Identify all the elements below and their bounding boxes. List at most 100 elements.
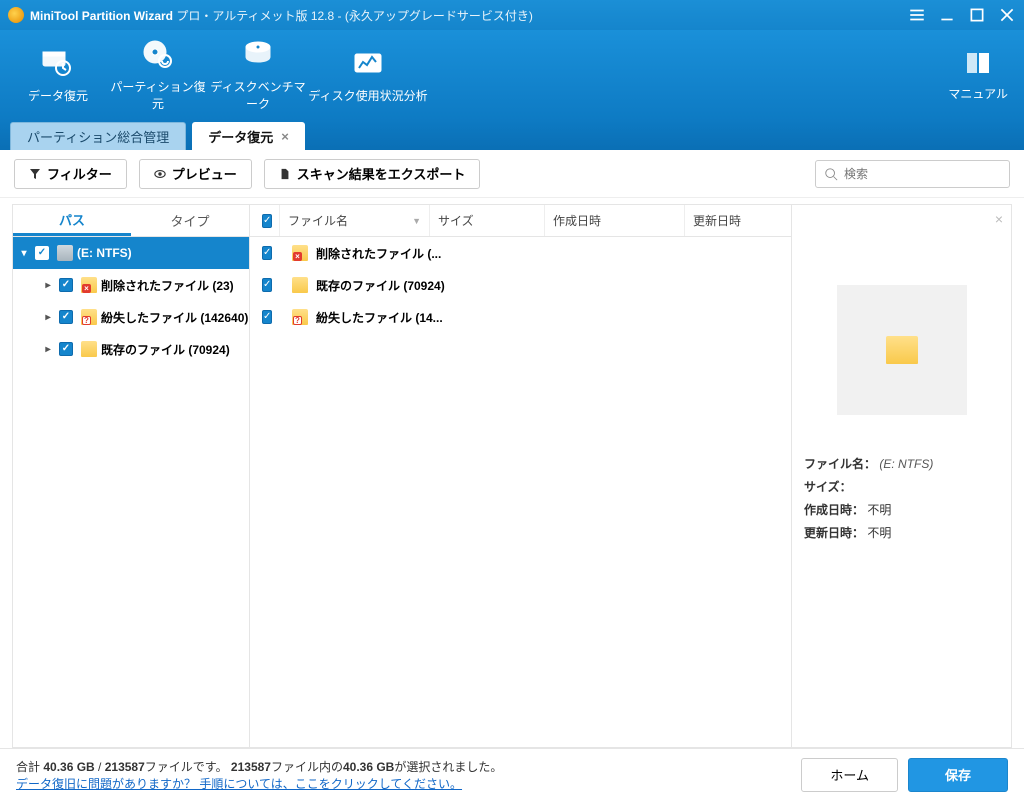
- tree-root-drive[interactable]: ▾ ✓ (E: NTFS): [13, 237, 249, 269]
- chevron-right-icon[interactable]: ▸: [41, 344, 55, 355]
- column-name[interactable]: ファイル名▼: [280, 205, 430, 236]
- chevron-down-icon[interactable]: ▾: [17, 248, 31, 259]
- tab-close-icon[interactable]: ×: [281, 129, 289, 144]
- file-list-panel: ✓ ファイル名▼ サイズ 作成日時 更新日時 ✓ × 削除されたファイル (...…: [250, 204, 792, 748]
- tree-label: 既存のファイル (70924): [101, 341, 230, 358]
- preview-button[interactable]: プレビュー: [139, 159, 252, 189]
- checkbox[interactable]: ✓: [59, 278, 73, 292]
- minimize-icon[interactable]: [938, 6, 956, 24]
- tree-item-lost[interactable]: ▸ ✓ ? 紛失したファイル (142640): [13, 301, 249, 333]
- tab-label: データ復元: [208, 127, 273, 146]
- folder-icon: ×: [292, 245, 308, 261]
- value-created: 不明: [867, 503, 891, 517]
- checkbox[interactable]: ✓: [262, 310, 272, 324]
- filter-icon: [29, 168, 41, 180]
- ribbon-label: ディスク使用状況分析: [308, 87, 428, 104]
- export-button[interactable]: スキャン結果をエクスポート: [264, 159, 481, 189]
- ribbon-data-recovery[interactable]: データ復元: [8, 45, 108, 104]
- menu-icon[interactable]: [908, 6, 926, 24]
- main-area: パス タイプ ▾ ✓ (E: NTFS) ▸ ✓ × 削除されたファイル (23…: [0, 198, 1024, 748]
- list-header: ✓ ファイル名▼ サイズ 作成日時 更新日時: [250, 205, 791, 237]
- footer-help-link[interactable]: データ復旧に問題がありますか？ 手順については、ここをクリックしてください。: [16, 775, 502, 792]
- ribbon-disk-usage[interactable]: ディスク使用状況分析: [308, 45, 428, 104]
- folder-icon: [81, 341, 97, 357]
- button-label: プレビュー: [172, 164, 237, 183]
- value-filename: (E: NTFS): [879, 457, 933, 471]
- value-modified: 不明: [867, 526, 891, 540]
- tree-tab-path[interactable]: パス: [13, 205, 131, 236]
- footer-bar: 合計 40.36 GB / 213587ファイルです。 213587ファイル内の…: [0, 748, 1024, 800]
- action-toolbar: フィルター プレビュー スキャン結果をエクスポート: [0, 150, 1024, 198]
- drive-icon: [57, 245, 73, 261]
- eye-icon: [154, 168, 166, 180]
- ribbon-manual[interactable]: マニュアル: [940, 47, 1016, 102]
- partition-recovery-icon: [140, 36, 176, 72]
- preview-panel: × ファイル名： (E: NTFS) サイズ： 作成日時： 不明 更新日時： 不…: [792, 204, 1012, 748]
- search-icon: [824, 167, 838, 181]
- ribbon-label: ディスクベンチマーク: [208, 78, 308, 112]
- checkbox[interactable]: ✓: [262, 246, 272, 260]
- preview-info: ファイル名： (E: NTFS) サイズ： 作成日時： 不明 更新日時： 不明: [804, 455, 999, 541]
- folder-icon: ?: [81, 309, 97, 325]
- maximize-icon[interactable]: [968, 6, 986, 24]
- button-label: フィルター: [47, 164, 112, 183]
- tree-item-existing[interactable]: ▸ ✓ 既存のファイル (70924): [13, 333, 249, 365]
- column-size[interactable]: サイズ: [430, 205, 545, 236]
- preview-close-icon[interactable]: ×: [995, 211, 1003, 227]
- app-logo-icon: [8, 7, 24, 23]
- label-modified: 更新日時：: [804, 526, 864, 540]
- ribbon-disk-benchmark[interactable]: ディスクベンチマーク: [208, 36, 308, 112]
- label-created: 作成日時：: [804, 503, 864, 517]
- tab-data-recovery[interactable]: データ復元 ×: [192, 122, 305, 150]
- footer-summary: 合計 40.36 GB / 213587ファイルです。 213587ファイル内の…: [16, 758, 502, 775]
- tree-label: 紛失したファイル (142640): [101, 309, 248, 326]
- product-name: MiniTool Partition Wizard: [30, 9, 173, 23]
- label-filename: ファイル名：: [804, 457, 876, 471]
- data-recovery-icon: [40, 45, 76, 81]
- checkbox[interactable]: ✓: [262, 278, 272, 292]
- close-icon[interactable]: [998, 6, 1016, 24]
- checkbox[interactable]: ✓: [59, 342, 73, 356]
- file-name: 削除されたファイル (...: [316, 245, 441, 262]
- tree-label: 削除されたファイル (23): [101, 277, 234, 294]
- tree-item-deleted[interactable]: ▸ ✓ × 削除されたファイル (23): [13, 269, 249, 301]
- save-button[interactable]: 保存: [908, 758, 1008, 792]
- disk-usage-icon: [350, 45, 386, 81]
- list-row[interactable]: ✓ ?紛失したファイル (14...: [250, 301, 791, 333]
- tree-panel: パス タイプ ▾ ✓ (E: NTFS) ▸ ✓ × 削除されたファイル (23…: [12, 204, 250, 748]
- ribbon-toolbar: データ復元 パーティション復元 ディスクベンチマーク ディスク使用状況分析 マニ…: [0, 30, 1024, 118]
- chevron-right-icon[interactable]: ▸: [41, 312, 55, 323]
- checkbox[interactable]: ✓: [35, 246, 49, 260]
- disk-benchmark-icon: [240, 36, 276, 72]
- column-modified[interactable]: 更新日時: [685, 205, 791, 236]
- edition-text: プロ・アルティメット版 12.8 - (永久アップグレードサービス付き): [176, 9, 533, 23]
- tree-label: (E: NTFS): [77, 246, 132, 260]
- checkbox-all[interactable]: ✓: [262, 214, 272, 228]
- label-size: サイズ：: [804, 480, 852, 494]
- list-body: ✓ × 削除されたファイル (... ✓ 既存のファイル (70924) ✓ ?紛…: [250, 237, 791, 747]
- search-box[interactable]: [815, 160, 1010, 188]
- column-created[interactable]: 作成日時: [545, 205, 685, 236]
- title-bar: MiniTool Partition Wizard プロ・アルティメット版 12…: [0, 0, 1024, 30]
- tab-partition-manager[interactable]: パーティション総合管理: [10, 122, 186, 150]
- filter-button[interactable]: フィルター: [14, 159, 127, 189]
- checkbox[interactable]: ✓: [59, 310, 73, 324]
- list-row[interactable]: ✓ × 削除されたファイル (...: [250, 237, 791, 269]
- tree-tabs: パス タイプ: [13, 205, 249, 237]
- ribbon-label: パーティション復元: [108, 78, 208, 112]
- file-name: 紛失したファイル (14...: [316, 309, 443, 326]
- document-tabs: パーティション総合管理 データ復元 ×: [0, 118, 1024, 150]
- ribbon-partition-recovery[interactable]: パーティション復元: [108, 36, 208, 112]
- search-input[interactable]: [844, 167, 1001, 181]
- chevron-right-icon[interactable]: ▸: [41, 280, 55, 291]
- ribbon-label: データ復元: [8, 87, 108, 104]
- file-export-icon: [279, 168, 291, 180]
- home-button[interactable]: ホーム: [801, 758, 898, 792]
- ribbon-label: マニュアル: [948, 85, 1008, 102]
- button-label: スキャン結果をエクスポート: [297, 164, 466, 183]
- tree-body: ▾ ✓ (E: NTFS) ▸ ✓ × 削除されたファイル (23) ▸ ✓ ?…: [13, 237, 249, 747]
- tree-tab-type[interactable]: タイプ: [131, 205, 249, 236]
- preview-thumbnail: [837, 285, 967, 415]
- list-row[interactable]: ✓ 既存のファイル (70924): [250, 269, 791, 301]
- sort-desc-icon: ▼: [412, 216, 421, 226]
